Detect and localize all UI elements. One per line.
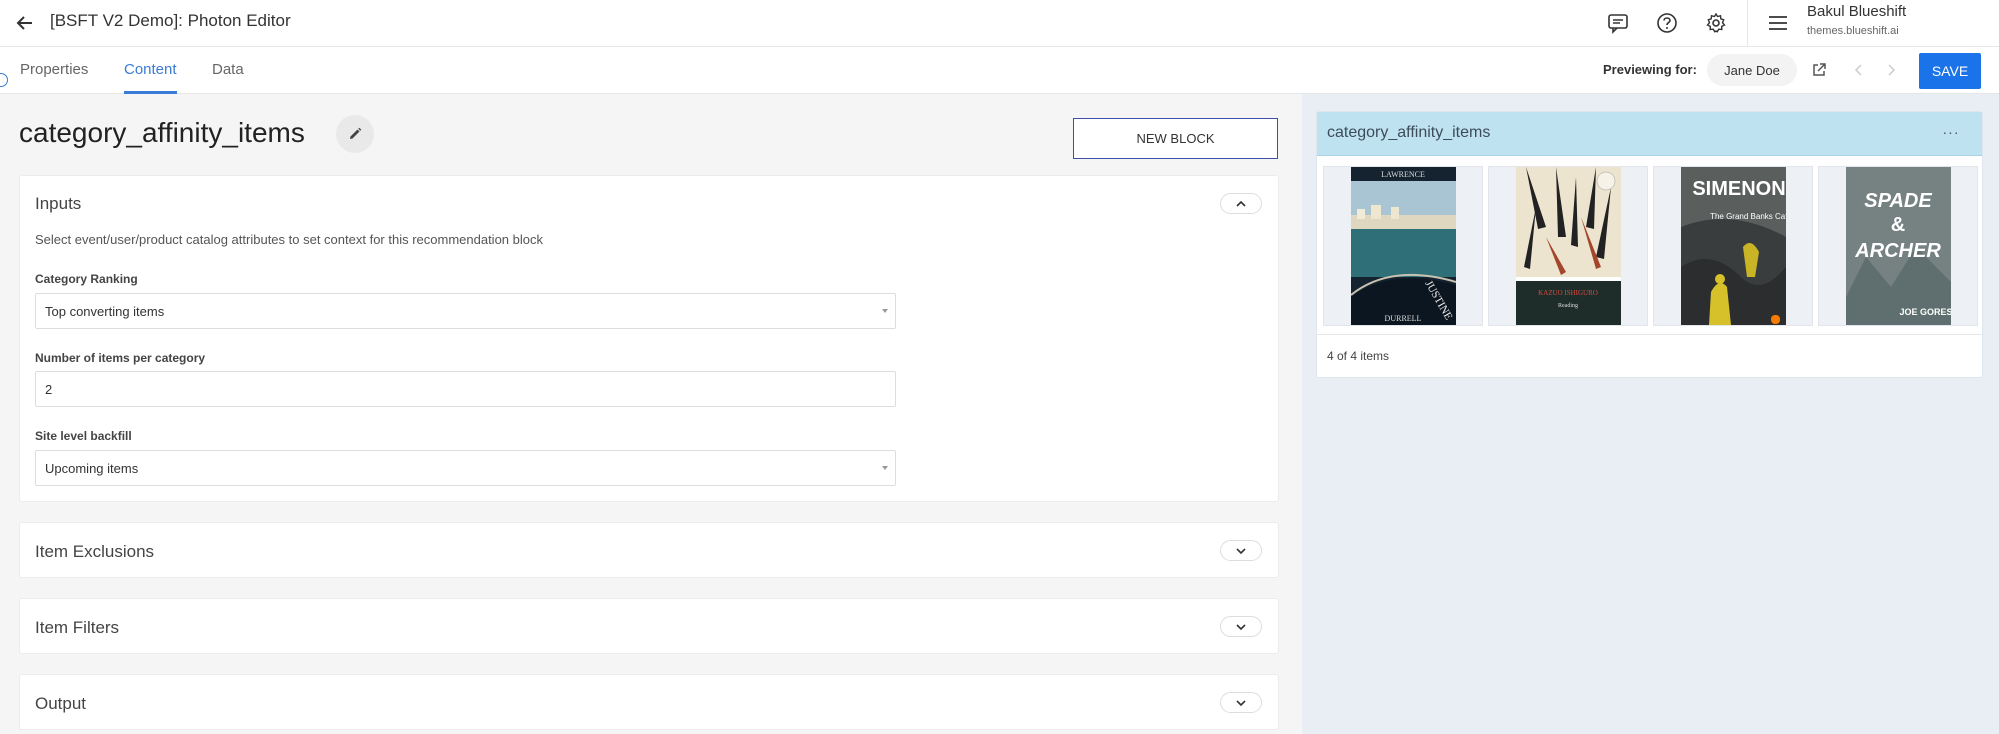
items-per-category-label: Number of items per category [35,351,206,365]
book-cover-nocturnes: KAZUO ISHIGURO Reading [1516,167,1621,325]
book-subtitle: The Grand Banks Café [1710,212,1786,221]
inputs-card: Inputs Select event/user/product catalog… [19,175,1279,502]
book-author-top: LAWRENCE [1381,170,1425,179]
collapse-inputs-button[interactable] [1220,193,1262,214]
tab-bar: Properties Content Data Previewing for: … [0,47,1999,94]
item-exclusions-card[interactable]: Item Exclusions [19,522,1279,578]
output-title: Output [35,694,87,713]
save-button[interactable]: SAVE [1919,53,1981,89]
pencil-icon [350,127,362,139]
chevron-up-icon [1236,200,1246,207]
help-button[interactable] [1654,10,1680,36]
previewing-for-label: Previewing for: [1603,62,1697,77]
product-tile[interactable]: SIMENON The Grand Banks Café [1653,166,1813,326]
book-cover-grand-banks-cafe: SIMENON The Grand Banks Café [1681,167,1786,325]
preview-block-card: category_affinity_items ··· LAWRENCE JUS… [1316,111,1983,378]
divider [1317,334,1982,335]
site-backfill-label: Site level backfill [35,429,132,443]
product-tile[interactable]: LAWRENCE JUSTINE DURRELL [1323,166,1483,326]
gear-icon [1706,12,1726,33]
book-author: SIMENON [1692,178,1785,200]
caret-down-icon [882,466,888,470]
book-title-line3: ARCHER [1854,240,1941,262]
product-tile[interactable]: KAZUO ISHIGURO Reading [1488,166,1648,326]
arrow-left-icon [16,16,32,30]
expand-item-exclusions-button[interactable] [1220,540,1262,561]
external-link-icon [1813,63,1826,76]
tab-content[interactable]: Content [124,61,177,94]
item-filters-title: Item Filters [35,618,120,637]
previous-button[interactable] [1848,59,1870,81]
sidebar-toggle[interactable] [0,73,8,87]
output-card[interactable]: Output [19,674,1279,730]
comment-icon [1608,14,1628,34]
book-author: JOE GORES [1899,307,1951,317]
item-exclusions-title: Item Exclusions [35,542,155,561]
site-backfill-select[interactable]: Upcoming items [35,450,896,486]
user-menu: Bakul Blueshift themes.blueshift.ai [1747,0,1999,47]
site-backfill-value: Upcoming items [45,461,139,476]
category-ranking-select[interactable]: Top converting items [35,293,896,329]
book-title-line2: & [1891,214,1905,236]
open-external-button[interactable] [1808,59,1830,81]
block-title: category_affinity_items [19,117,305,148]
inputs-title: Inputs [35,194,82,213]
product-tile[interactable]: SPADE & ARCHER JOE GORES [1818,166,1978,326]
category-ranking-value: Top converting items [45,304,165,319]
top-header: [BSFT V2 Demo]: Photon Editor Bakul Blue… [0,0,1999,47]
book-subtitle: Reading [1558,303,1578,309]
hamburger-menu-button[interactable] [1765,10,1791,36]
user-name: Bakul Blueshift [1807,3,1907,20]
more-options-button[interactable]: ··· [1939,124,1963,144]
hamburger-icon [1769,16,1787,30]
chevron-right-icon [1888,64,1896,76]
book-cover-spade-archer: SPADE & ARCHER JOE GORES [1846,167,1951,325]
app-title: [BSFT V2 Demo]: Photon Editor [50,11,291,30]
expand-item-filters-button[interactable] [1220,616,1262,637]
chevron-down-icon [1236,623,1246,630]
settings-button[interactable] [1703,10,1729,36]
book-title: KAZUO ISHIGURO [1538,289,1598,297]
item-count: 4 of 4 items [1327,349,1390,363]
back-button[interactable] [12,10,38,36]
preview-block-header: category_affinity_items ··· [1317,112,1982,156]
book-author-bottom: DURRELL [1385,314,1422,323]
item-filters-card[interactable]: Item Filters [19,598,1279,654]
items-per-category-input[interactable]: 2 [35,371,896,407]
book-cover-justine: LAWRENCE JUSTINE DURRELL [1351,167,1456,325]
inputs-description: Select event/user/product catalog attrib… [35,232,543,247]
comments-button[interactable] [1605,10,1631,36]
category-ranking-label: Category Ranking [35,272,138,286]
chevron-left-icon [1854,64,1862,76]
caret-down-icon [882,309,888,313]
new-block-button[interactable]: NEW BLOCK [1073,118,1278,159]
book-title-line1: SPADE [1864,190,1932,212]
preview-user-chip[interactable]: Jane Doe [1707,54,1797,86]
chevron-down-icon [1236,547,1246,554]
edit-title-button[interactable] [336,115,374,153]
expand-output-button[interactable] [1220,692,1262,713]
help-icon [1657,13,1677,33]
tab-properties[interactable]: Properties [20,61,88,94]
chevron-down-icon [1236,699,1246,706]
user-domain: themes.blueshift.ai [1807,25,1899,37]
items-per-category-value: 2 [45,382,53,397]
next-button[interactable] [1880,59,1902,81]
preview-block-title: category_affinity_items [1327,124,1491,141]
tab-data[interactable]: Data [212,61,244,94]
